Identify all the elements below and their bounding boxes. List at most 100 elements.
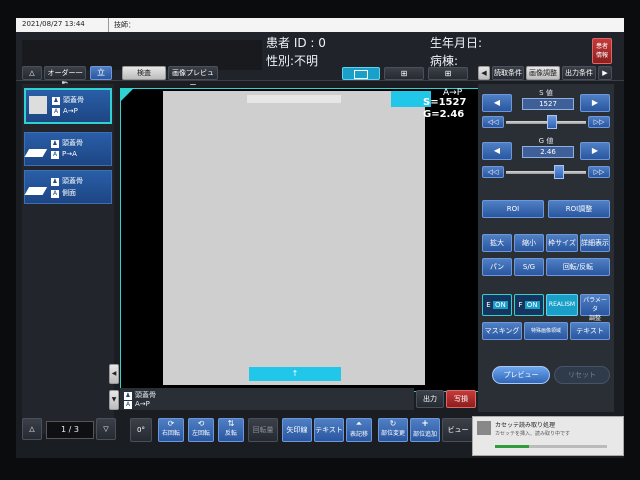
patient-id: 患者 ID : 0 (266, 36, 326, 50)
cassette-icon (24, 183, 50, 195)
viewer-next-icon[interactable]: ▼ (109, 390, 119, 410)
series-direction: A→P (63, 107, 78, 115)
selected-corner-marker (121, 89, 133, 101)
series-item-ap[interactable]: ♟ 頭蓋骨 A A→P (24, 88, 112, 124)
zoom-in-button[interactable]: 拡大 (482, 234, 512, 252)
roi-button[interactable]: ROI (482, 200, 544, 218)
notification-title: カセッテ読み取り処理 (495, 422, 556, 429)
pan-button[interactable]: パン (482, 258, 512, 276)
layout-3x2-button[interactable]: ⊞ (428, 67, 468, 80)
g-decrease-icon[interactable]: ◀ (482, 142, 512, 160)
s-value-overlay: S=1527 (423, 97, 467, 108)
viewer-prev-icon[interactable]: ◀ (109, 364, 119, 384)
tab-read-conditions[interactable]: 読取条件 (492, 66, 524, 80)
g-increase-icon[interactable]: ▶ (580, 142, 610, 160)
series-body-part: 頭蓋骨 (62, 139, 83, 147)
page-down-icon[interactable]: ▽ (96, 418, 116, 440)
page-up-icon[interactable]: △ (22, 418, 42, 440)
move-label-button[interactable]: ⏶ 表記移 (346, 418, 372, 442)
tab-image-adjust[interactable]: 画像調整 (526, 66, 560, 80)
e-toggle[interactable]: E ON (482, 294, 512, 316)
notification-progress-track (495, 445, 607, 448)
parameter-adjust-button[interactable]: パラメータ 調整 (580, 294, 610, 322)
xray-image (163, 91, 425, 385)
s-decrease-icon[interactable]: ◀ (482, 94, 512, 112)
viewer-series-info: ♟ 頭蓋骨 A A→P (120, 388, 414, 410)
image-viewer[interactable]: A→P S=1527 G=2.46 ↑ (120, 88, 480, 392)
series-thumbnail (29, 96, 47, 114)
rotate-right-icon: ⟳ (167, 419, 175, 428)
g-value-display: 2.46 (522, 146, 574, 158)
series-direction: 側面 (62, 189, 76, 197)
g-value-overlay: G=2.46 (423, 109, 465, 120)
series-body-part: 頭蓋骨 (62, 177, 83, 185)
output-button[interactable]: 出力 (416, 390, 444, 408)
s-value-display: 1527 (522, 98, 574, 110)
view-button[interactable]: ビュー (442, 418, 474, 442)
special-image-area-button[interactable]: 特殊画像領域 (524, 322, 568, 340)
sg-button[interactable]: S/G (514, 258, 544, 276)
series-item-pa[interactable]: ♟ 頭蓋骨 A P→A (24, 132, 112, 166)
arrow-line-button[interactable]: 矢印線 (282, 418, 312, 442)
reset-button[interactable]: リセット (554, 366, 610, 384)
patient-sex: 性別:不明 (266, 54, 319, 68)
datetime: 2021/08/27 13:44 (22, 20, 85, 28)
text-annotation-button[interactable]: テキスト (570, 322, 610, 340)
s-slider-knob[interactable] (547, 115, 558, 129)
rotate-flip-button[interactable]: 回転/反転 (546, 258, 610, 276)
technician-label: 技師： (114, 21, 135, 29)
tab-exam[interactable]: 検査 (122, 66, 166, 80)
viewer-series-body-part: 頭蓋骨 (135, 391, 156, 399)
frame-size-button[interactable]: 枠サイズ (546, 234, 578, 252)
refresh-icon: ↻ (389, 419, 397, 428)
series-body-part: 頭蓋骨 (63, 96, 84, 104)
layout-single-button[interactable] (342, 67, 380, 80)
change-part-button[interactable]: ↻ 部位変更 (378, 418, 408, 442)
flip-icon: ⇅ (227, 419, 235, 428)
s-slider-right-icon[interactable]: ▷▷ (588, 116, 610, 128)
reshoot-button[interactable]: 写損 (446, 390, 476, 408)
patient-info-button[interactable]: 患者 情報 (592, 38, 612, 64)
preview-button[interactable]: プレビュー (492, 366, 550, 384)
layout-2x2-button[interactable]: ⊞ (384, 67, 424, 80)
page-indicator: 1 / 3 (46, 421, 94, 439)
screen: 2021/08/27 13:44 技師： 患者 ID : 0 性別:不明 生年月… (16, 18, 624, 458)
series-item-lateral[interactable]: ♟ 頭蓋骨 A 側面 (24, 170, 112, 204)
tab-output-conditions[interactable]: 出力条件 (562, 66, 596, 80)
g-slider-track[interactable] (506, 171, 586, 174)
tab-standing[interactable]: 立 (90, 66, 112, 80)
notification-subtitle: カセッテを挿入、読み取り中です (495, 431, 571, 437)
detail-view-button[interactable]: 詳細表示 (580, 234, 610, 252)
scroll-up-arrow-icon[interactable]: △ (22, 66, 42, 80)
realism-toggle[interactable]: REALISM (546, 294, 578, 316)
zoom-out-button[interactable]: 縮小 (514, 234, 544, 252)
right-scroll-left-icon[interactable]: ◀ (478, 66, 490, 80)
f-toggle[interactable]: F ON (514, 294, 544, 316)
masking-button[interactable]: マスキング (482, 322, 522, 340)
plus-icon: + (421, 419, 429, 429)
toolbar: 0° ⟳ 右回転 ⟲ 左回転 ⇅ 反転 回転量 矢印線 テキスト ⏶ 表記移 ↻ 部位変更… (120, 414, 478, 448)
tab-image-preview[interactable]: 画像プレビュー (168, 66, 218, 89)
cassette-icon (24, 145, 50, 157)
rotation-amount-button[interactable]: 回転量 (248, 418, 278, 442)
text-button[interactable]: テキスト (314, 418, 344, 442)
right-tabs-next-icon[interactable]: ▶ (598, 66, 612, 80)
s-increase-icon[interactable]: ▶ (580, 94, 610, 112)
tab-order-list[interactable]: オーダー一覧 (44, 66, 86, 89)
birthdate: 生年月日: (430, 36, 483, 50)
g-slider-right-icon[interactable]: ▷▷ (588, 166, 610, 178)
s-value-label: S 値 (539, 89, 553, 97)
rotate-left-button[interactable]: ⟲ 左回転 (188, 418, 214, 442)
roi-adjust-button[interactable]: ROI調整 (548, 200, 610, 218)
rotate-zero-button[interactable]: 0° (130, 418, 152, 442)
rotate-left-icon: ⟲ (197, 419, 205, 428)
notification-popup: カセッテ読み取り処理 カセッテを挿入、読み取り中です (472, 416, 624, 456)
s-slider-track[interactable] (506, 121, 586, 124)
g-slider-knob[interactable] (553, 165, 564, 179)
add-part-button[interactable]: + 部位追加 (410, 418, 440, 442)
bottom-marker: ↑ (249, 367, 341, 381)
rotate-right-button[interactable]: ⟳ 右回転 (158, 418, 184, 442)
flip-button[interactable]: ⇅ 反転 (218, 418, 244, 442)
s-slider-left-icon[interactable]: ◁◁ (482, 116, 504, 128)
g-slider-left-icon[interactable]: ◁◁ (482, 166, 504, 178)
